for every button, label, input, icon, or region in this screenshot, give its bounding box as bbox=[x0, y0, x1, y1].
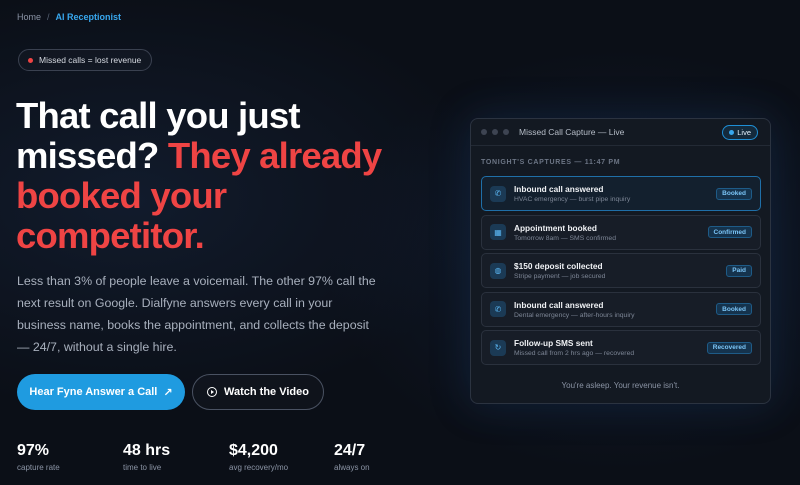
stat-label: capture rate bbox=[17, 463, 60, 472]
stat-label: time to live bbox=[123, 463, 162, 472]
item-subtitle: Missed call from 2 hrs ago — recovered bbox=[514, 350, 635, 357]
watch-video-button[interactable]: Watch the Video bbox=[192, 374, 324, 410]
stats-row: 97% capture rate 48 hrs time to live $4,… bbox=[17, 442, 440, 472]
status-badge: Paid bbox=[726, 264, 752, 277]
breadcrumb-home-link[interactable]: Home bbox=[17, 12, 41, 22]
live-dot-icon bbox=[729, 130, 735, 135]
play-icon bbox=[207, 387, 218, 397]
window-dot-icon bbox=[481, 129, 487, 135]
stat-avg-recovery: $4,200 avg recovery/mo bbox=[229, 442, 334, 472]
deposit-icon: ◍ bbox=[490, 262, 506, 279]
pill-text: Missed calls = lost revenue bbox=[39, 55, 142, 65]
missed-call-capture-panel: Missed Call Capture — Live Live TONIGHT'… bbox=[470, 118, 771, 404]
breadcrumb-separator: / bbox=[47, 12, 50, 22]
hero-subtext: Less than 3% of people leave a voicemail… bbox=[17, 274, 376, 354]
phone-icon: ✆ bbox=[490, 301, 506, 317]
item-title: $150 deposit collected bbox=[514, 261, 603, 271]
stat-value: 24/7 bbox=[334, 442, 366, 459]
hear-fyne-label: Hear Fyne Answer a Call bbox=[29, 386, 158, 398]
item-title: Inbound call answered bbox=[514, 299, 604, 310]
headline-line-3: booked your bbox=[16, 175, 227, 216]
stat-label: avg recovery/mo bbox=[229, 463, 289, 472]
headline-line-2a: missed? bbox=[16, 135, 159, 176]
list-item: ▦ Appointment booked Tomorrow 8am — SMS … bbox=[481, 214, 761, 250]
window-dot-icon bbox=[492, 129, 498, 135]
list-item: ◍ $150 deposit collected Stripe payment … bbox=[481, 253, 761, 288]
window-dots bbox=[481, 129, 509, 135]
red-dot-icon bbox=[28, 57, 33, 63]
item-title: Inbound call answered bbox=[514, 184, 604, 194]
panel-header: Missed Call Capture — Live Live bbox=[471, 119, 770, 146]
calendar-icon: ▦ bbox=[490, 224, 506, 240]
capture-list: ✆ Inbound call answered HVAC emergency —… bbox=[481, 176, 761, 369]
stat-value: 48 hrs bbox=[123, 442, 171, 459]
headline-line-1: That call you just bbox=[16, 95, 301, 136]
item-subtitle: HVAC emergency — burst pipe inquiry bbox=[514, 196, 631, 203]
status-badge: Confirmed bbox=[707, 226, 752, 238]
window-dot-icon bbox=[503, 129, 509, 135]
phone-icon: ✆ bbox=[490, 185, 506, 202]
stat-value: 97% bbox=[17, 442, 50, 459]
item-title: Appointment booked bbox=[514, 222, 597, 233]
item-subtitle: Stripe payment — job secured bbox=[514, 273, 606, 280]
list-item: ✆ Inbound call answered HVAC emergency —… bbox=[481, 176, 761, 211]
breadcrumb-current: AI Receptionist bbox=[55, 12, 122, 22]
item-subtitle: Dental emergency — after-hours inquiry bbox=[514, 311, 635, 319]
status-badge: Booked bbox=[716, 303, 752, 315]
status-badge: Booked bbox=[716, 187, 752, 200]
panel-footer: You're asleep. Your revenue isn't. bbox=[561, 381, 680, 390]
stat-always-on: 24/7 always on bbox=[334, 442, 440, 472]
item-title: Follow-up SMS sent bbox=[514, 338, 593, 348]
list-item: ✆ Inbound call answered Dental emergency… bbox=[481, 291, 761, 327]
stat-label: always on bbox=[334, 463, 370, 472]
arrow-up-right-icon: ↗ bbox=[163, 386, 173, 399]
stat-value: $4,200 bbox=[229, 442, 278, 459]
missed-calls-pill: Missed calls = lost revenue bbox=[18, 49, 153, 71]
stat-time-to-live: 48 hrs time to live bbox=[123, 442, 229, 472]
live-badge-label: Live bbox=[737, 128, 751, 137]
panel-title: Missed Call Capture — Live bbox=[519, 127, 625, 137]
refresh-icon: ↻ bbox=[490, 339, 506, 356]
page-title: That call you just missed? They already … bbox=[16, 96, 436, 256]
live-badge: Live bbox=[722, 125, 758, 140]
section-heading: TONIGHT'S CAPTURES — 11:47 PM bbox=[481, 159, 621, 166]
status-badge: Recovered bbox=[706, 341, 752, 354]
stat-capture-rate: 97% capture rate bbox=[17, 442, 123, 472]
hear-fyne-button[interactable]: Hear Fyne Answer a Call ↗ bbox=[17, 374, 185, 410]
breadcrumb: Home / AI Receptionist bbox=[17, 12, 121, 22]
item-subtitle: Tomorrow 8am — SMS confirmed bbox=[514, 234, 616, 242]
headline-line-4: competitor. bbox=[16, 215, 205, 256]
list-item: ↻ Follow-up SMS sent Missed call from 2 … bbox=[481, 330, 761, 365]
watch-video-label: Watch the Video bbox=[224, 386, 309, 398]
headline-line-2b: They already bbox=[167, 135, 382, 176]
